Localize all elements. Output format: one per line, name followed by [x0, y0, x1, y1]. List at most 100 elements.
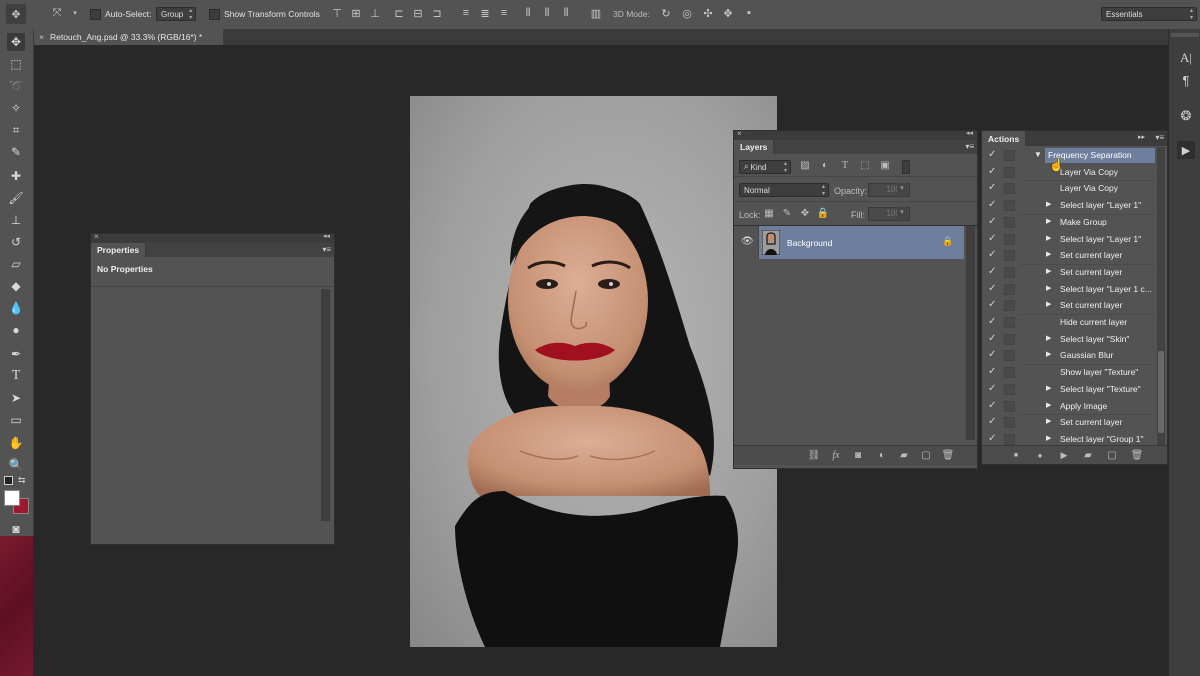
triangle-collapsed-icon[interactable]: ▶: [1046, 331, 1051, 347]
crop-tool-icon[interactable]: ⌗: [7, 121, 25, 139]
action-row[interactable]: ✓ ▶ Set current layer: [982, 264, 1156, 281]
dialog-toggle[interactable]: [1004, 250, 1015, 262]
filter-pixel-icon[interactable]: ▨: [798, 158, 812, 172]
filter-toggle-switch[interactable]: [902, 160, 910, 174]
healing-brush-tool-icon[interactable]: ✚: [7, 167, 25, 185]
triangle-collapsed-icon[interactable]: ▶: [1046, 231, 1051, 247]
action-row[interactable]: ✓ Hide current layer: [982, 314, 1156, 331]
action-row[interactable]: ✓ Layer Via Copy: [982, 180, 1156, 197]
new-set-icon[interactable]: ▰: [1081, 448, 1095, 462]
distribute-top-icon[interactable]: ≡: [459, 6, 473, 20]
blur-tool-icon[interactable]: 💧: [7, 299, 25, 317]
check-icon[interactable]: ✓: [988, 216, 998, 228]
dialog-toggle[interactable]: [1004, 216, 1015, 228]
fill-slider-toggle[interactable]: ▾: [897, 207, 907, 219]
distribute-bottom-icon[interactable]: ≡: [497, 6, 511, 20]
record-icon[interactable]: ●: [1033, 448, 1047, 462]
action-row[interactable]: ✓ ▶ Select layer "Group 1": [982, 431, 1156, 446]
distribute-hcenter-icon[interactable]: ⦀: [540, 6, 554, 20]
chevron-down-icon[interactable]: ▾: [68, 6, 82, 20]
panel-menu-icon[interactable]: ▾≡: [965, 142, 974, 151]
action-row[interactable]: ✓ ▶ Select layer "Skin": [982, 331, 1156, 348]
action-row[interactable]: ✓ ▶ Select layer "Layer 1": [982, 197, 1156, 214]
document-tab[interactable]: × Retouch_Ang.psd @ 33.3% (RGB/16*) *: [33, 29, 223, 45]
action-row[interactable]: ✓ ▶ Select layer "Texture": [982, 381, 1156, 398]
zoom-tool-icon[interactable]: 🔍: [7, 456, 25, 474]
panel-menu-icon[interactable]: ▾≡: [322, 245, 331, 254]
3d-roll-icon[interactable]: ◎: [680, 6, 694, 20]
filter-kind-dropdown[interactable]: ⌕ Kind: [739, 160, 791, 174]
new-group-icon[interactable]: ▰: [897, 448, 911, 462]
marquee-tool-icon[interactable]: ⬚: [7, 55, 25, 73]
lasso-tool-icon[interactable]: ➰: [7, 77, 25, 95]
close-tab-icon[interactable]: ×: [39, 32, 44, 42]
layers-titlebar[interactable]: × ◂◂: [734, 129, 977, 140]
3d-pan-icon[interactable]: ✣: [701, 6, 715, 20]
check-icon[interactable]: ✓: [988, 366, 998, 378]
triangle-collapsed-icon[interactable]: ▶: [1046, 431, 1051, 446]
check-icon[interactable]: ✓: [988, 182, 998, 194]
foreground-color-swatch[interactable]: [4, 490, 20, 506]
dialog-toggle[interactable]: [1004, 317, 1015, 328]
layer-row[interactable]: 👁 Background 🔒: [734, 226, 966, 259]
distribute-right-icon[interactable]: ⫴: [559, 6, 573, 20]
triangle-collapsed-icon[interactable]: ▶: [1046, 264, 1051, 280]
close-panel-icon[interactable]: ×: [737, 129, 742, 138]
new-layer-icon[interactable]: ▢: [919, 448, 933, 462]
lock-position-icon[interactable]: ✥: [798, 206, 812, 220]
dodge-tool-icon[interactable]: ●: [7, 321, 25, 339]
paragraph-panel-icon[interactable]: ¶: [1177, 71, 1195, 89]
action-row[interactable]: ✓ ▶ Set current layer: [982, 297, 1156, 314]
properties-scrollbar[interactable]: [321, 289, 330, 521]
auto-select-target-dropdown[interactable]: Group: [156, 6, 197, 22]
auto-select-checkbox[interactable]: Auto-Select:: [90, 6, 151, 22]
check-icon[interactable]: ✓: [988, 149, 998, 161]
brush-tool-icon[interactable]: 🖌: [7, 189, 25, 207]
action-row[interactable]: ✓ ▶ Apply Image: [982, 398, 1156, 415]
triangle-collapsed-icon[interactable]: ▶: [1046, 247, 1051, 263]
collapse-panel-icon[interactable]: ◂◂: [966, 129, 973, 137]
dialog-toggle[interactable]: [1004, 400, 1015, 412]
3d-scale-icon[interactable]: ▪: [742, 6, 756, 20]
paint-bucket-tool-icon[interactable]: ◆: [7, 277, 25, 295]
check-icon[interactable]: ✓: [988, 383, 998, 395]
triangle-collapsed-icon[interactable]: ▶: [1046, 197, 1051, 213]
align-bottom-icon[interactable]: ⊥: [368, 6, 382, 20]
stop-recording-icon[interactable]: ■: [1009, 448, 1023, 462]
action-row[interactable]: ✓ Show layer "Texture": [982, 364, 1156, 381]
action-set-row[interactable]: ✓ ▼ Frequency Separation: [982, 147, 1156, 164]
dialog-toggle[interactable]: [1004, 300, 1015, 312]
check-icon[interactable]: ✓: [988, 199, 998, 211]
link-layers-icon[interactable]: ⛓: [807, 448, 821, 462]
channels-panel-icon[interactable]: ❂: [1177, 107, 1195, 125]
canvas-photo[interactable]: [410, 96, 777, 647]
play-icon[interactable]: ▶: [1057, 448, 1071, 462]
dialog-toggle[interactable]: [1004, 150, 1015, 161]
actions-panel-icon[interactable]: ▶: [1177, 141, 1195, 159]
triangle-collapsed-icon[interactable]: ▶: [1046, 297, 1051, 313]
align-top-icon[interactable]: ⊤: [330, 6, 344, 20]
action-row[interactable]: ✓ Layer Via Copy: [982, 164, 1156, 181]
opacity-slider-toggle[interactable]: ▾: [897, 183, 907, 195]
move-tool-icon[interactable]: ✥: [7, 33, 25, 51]
3d-slide-icon[interactable]: ✥: [721, 6, 735, 20]
check-icon[interactable]: ✓: [988, 266, 998, 278]
tab-properties[interactable]: Properties: [91, 243, 147, 257]
triangle-expanded-icon[interactable]: ▼: [1034, 147, 1042, 163]
move-tool-options-icon[interactable]: ⤧: [50, 6, 64, 20]
dialog-toggle[interactable]: [1004, 350, 1015, 362]
action-row[interactable]: ✓ ▶ Select layer "Layer 1": [982, 231, 1156, 248]
dialog-toggle[interactable]: [1004, 233, 1015, 245]
check-icon[interactable]: ✓: [988, 283, 998, 295]
character-panel-icon[interactable]: A|: [1177, 49, 1195, 67]
auto-align-layers-icon[interactable]: ▥: [589, 6, 603, 20]
close-panel-icon[interactable]: ×: [94, 232, 99, 241]
properties-titlebar[interactable]: × ◂◂: [91, 232, 334, 243]
rectangle-tool-icon[interactable]: ▭: [7, 411, 25, 429]
collapse-panel-icon[interactable]: ◂◂: [323, 232, 330, 240]
action-row[interactable]: ✓ ▶ Set current layer: [982, 247, 1156, 264]
check-icon[interactable]: ✓: [988, 299, 998, 311]
check-icon[interactable]: ✓: [988, 316, 998, 328]
action-row[interactable]: ✓ ▶ Make Group: [982, 214, 1156, 231]
show-transform-controls-checkbox[interactable]: Show Transform Controls: [209, 6, 320, 22]
